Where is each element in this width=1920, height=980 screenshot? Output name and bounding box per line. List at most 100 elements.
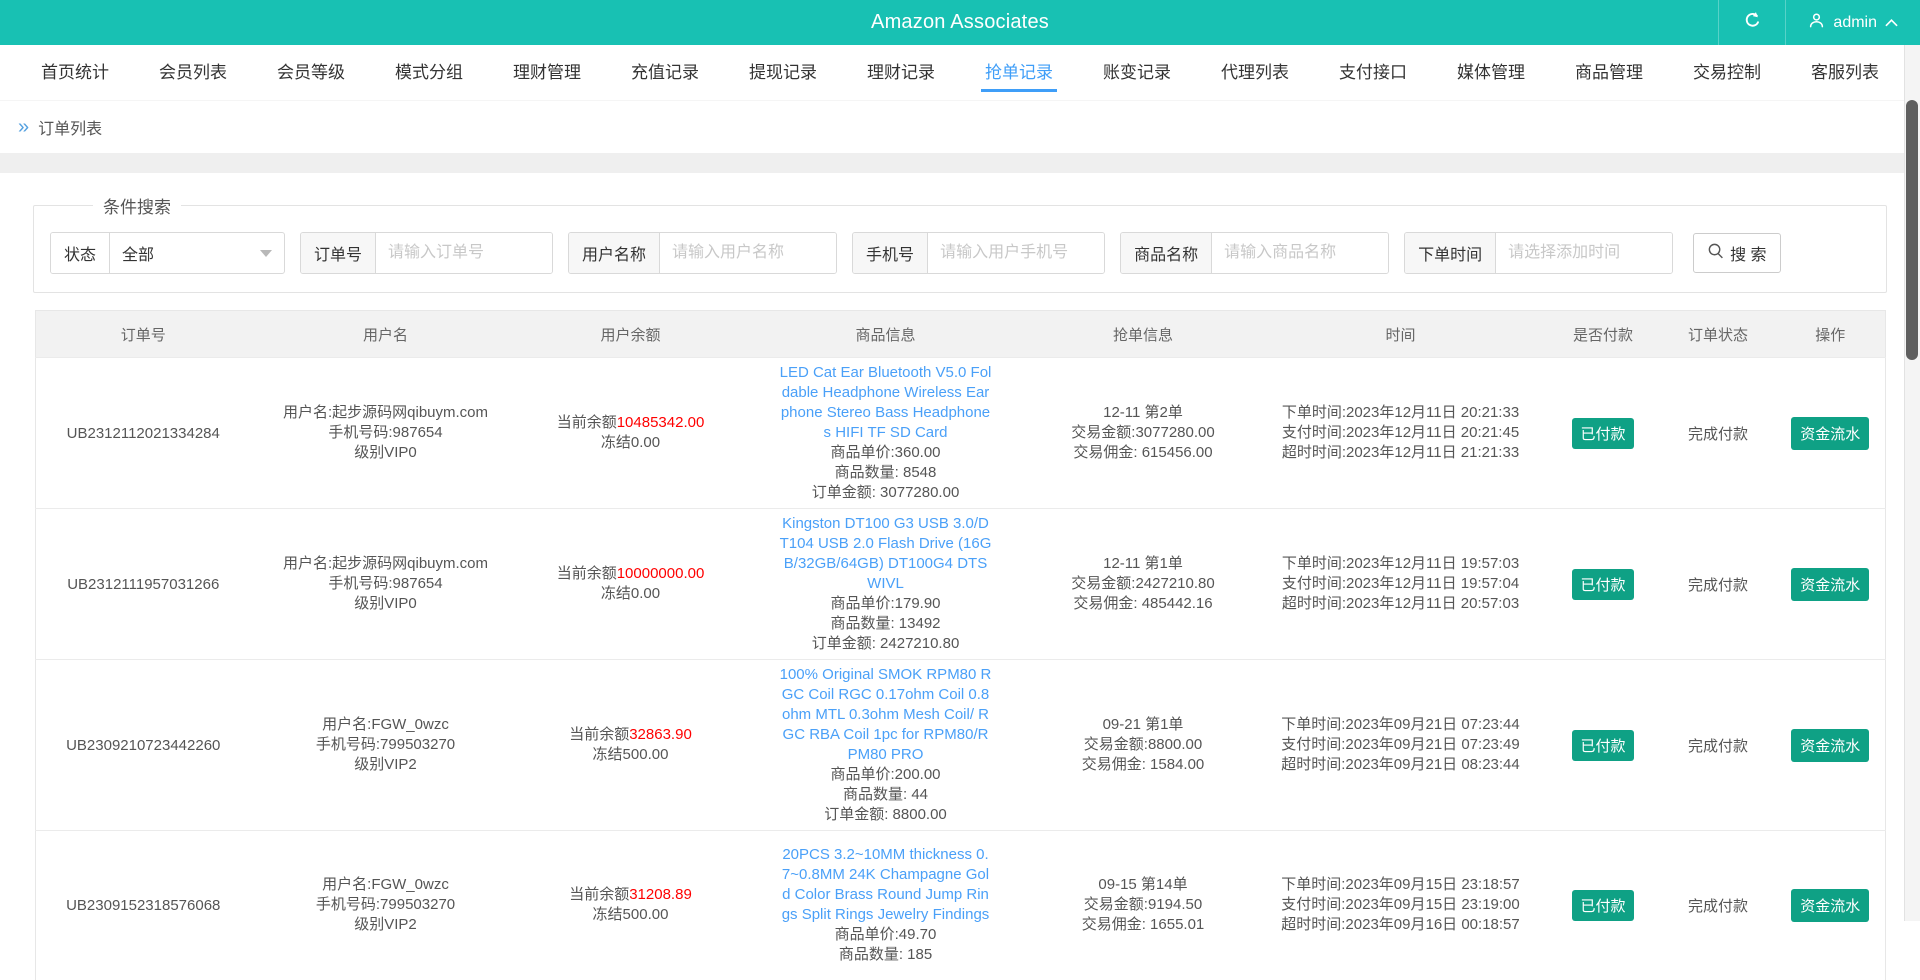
paid-badge: 已付款 (1572, 729, 1634, 761)
field-input[interactable] (376, 233, 553, 273)
grab-info: 12-11 第2单 交易金额:3077280.00 交易佣金: 615456.00 (1071, 404, 1215, 461)
nav-tab[interactable]: 代理列表 (1196, 45, 1314, 100)
grab-info: 09-21 第1单 交易金额:8800.00 交易佣金: 1584.00 (1081, 716, 1205, 773)
search-field: 手机号 (852, 232, 1106, 274)
fund-flow-button[interactable]: 资金流水 (1791, 416, 1870, 450)
field-input[interactable] (1496, 233, 1673, 273)
search-button[interactable]: 搜 索 (1693, 233, 1781, 273)
username: admin (1833, 13, 1877, 31)
table-row: UB2312111957031266 用户名:起步源码网qibuym.com 手机号… (35, 508, 1886, 660)
fund-flow-button[interactable]: 资金流水 (1791, 728, 1870, 762)
search-legend: 条件搜索 (103, 198, 171, 217)
column-header: 操作 (1775, 310, 1886, 358)
fund-flow-button[interactable]: 资金流水 (1791, 888, 1870, 922)
nav-tab[interactable]: 商品管理 (1550, 45, 1668, 100)
status-filter: 状态 全部 (50, 232, 286, 274)
paid-badge: 已付款 (1572, 889, 1634, 921)
status-label: 状态 (51, 233, 111, 273)
column-header: 用户余额 (520, 310, 741, 358)
user-info: 用户名:起步源码网qibuym.com 手机号码:987654 级别VIP0 (282, 555, 489, 612)
user-info: 用户名:FGW_0wzc 手机号码:799503270 级别VIP2 (315, 876, 456, 934)
time-info: 下单时间:2023年09月21日 07:23:44 支付时间:2023年09月21… (1281, 716, 1520, 773)
product-link[interactable]: 20PCS 3.2~10MM thickness 0.7~0.8MM 24K C… (780, 845, 992, 925)
order-number: UB2312112021334284 (66, 424, 220, 442)
search-icon (1707, 242, 1724, 264)
nav-tab[interactable]: 交易控制 (1668, 45, 1786, 100)
nav-tab[interactable]: 首页统计 (16, 45, 134, 100)
nav-tabs: 首页统计 会员列表 会员等级 模式分组 理财管理 充值记录 提现记录 理财记录 抢单记录 账变记录… (0, 45, 1920, 101)
nav-tab[interactable]: 抢单记录 (960, 45, 1078, 100)
user-info: 用户名:FGW_0wzc 手机号码:799503270 级别VIP2 (315, 716, 456, 773)
field-label: 手机号 (853, 233, 929, 273)
paid-badge: 已付款 (1572, 417, 1634, 449)
table-row: UB2309152318576068 用户名:FGW_0wzc 手机号码:79950… (35, 830, 1886, 980)
balance-info: 当前余额31208.89 冻结500.00 (569, 886, 692, 924)
nav-tab[interactable]: 会员列表 (134, 45, 252, 100)
order-status: 完成付款 (1687, 897, 1748, 915)
nav-tab[interactable]: 理财管理 (488, 45, 606, 100)
balance-info: 当前余额10485342.00 冻结0.00 (556, 414, 705, 451)
status-select[interactable]: 全部 (110, 233, 284, 273)
nav-tab[interactable]: 账变记录 (1078, 45, 1196, 100)
nav-tab[interactable]: 媒体管理 (1432, 45, 1550, 100)
paid-badge: 已付款 (1572, 568, 1634, 600)
app-header: Amazon Associates admin (0, 0, 1920, 45)
user-menu[interactable]: admin (1786, 0, 1920, 45)
refresh-icon (1743, 11, 1762, 35)
column-header: 订单状态 (1660, 310, 1776, 358)
order-status: 完成付款 (1687, 576, 1748, 594)
admin-page: Amazon Associates admin 首页统计 会员列表 会员等级 模… (0, 0, 1920, 980)
product-link[interactable]: Kingston DT100 G3 USB 3.0/DT104 USB 2.0 … (780, 514, 992, 594)
dropdown-caret-icon (260, 249, 273, 257)
nav-tab[interactable]: 客服列表 (1786, 45, 1904, 100)
balance-info: 当前余额32863.90 冻结500.00 (569, 726, 692, 763)
product-link[interactable]: LED Cat Ear Bluetooth V5.0 Foldable Head… (780, 363, 992, 443)
status-value: 全部 (122, 247, 155, 264)
order-status: 完成付款 (1687, 737, 1748, 755)
order-number: UB2309210723442260 (66, 736, 221, 754)
breadcrumb: » 订单列表 (0, 101, 1920, 153)
nav-tab[interactable]: 模式分组 (370, 45, 488, 100)
grab-info: 12-11 第1单 交易金额:2427210.80 交易佣金: 485442.16 (1071, 555, 1215, 612)
field-input[interactable] (660, 233, 837, 273)
search-panel: 条件搜索 状态 全部 订单号 用户名称 手机号 商品名称 下单时间 (0, 173, 1920, 305)
refresh-button[interactable] (1718, 0, 1787, 45)
table-body: UB2312112021334284 用户名:起步源码网qibuym.com 手机号… (35, 357, 1886, 980)
orders-table: 订单号 用户名 用户余额 商品信息 抢单信息 时间 是否付款 订单状态 操作 UB2312112… (35, 310, 1886, 980)
fund-flow-button[interactable]: 资金流水 (1791, 567, 1870, 601)
product-info: 20PCS 3.2~10MM thickness 0.7~0.8MM 24K C… (780, 845, 992, 965)
field-label: 下单时间 (1405, 233, 1497, 273)
search-field: 订单号 (300, 232, 554, 274)
search-button-label: 搜 索 (1730, 247, 1767, 264)
product-info: 100% Original SMOK RPM80 RGC Coil RGC 0.… (779, 665, 992, 823)
nav-tab[interactable]: 支付接口 (1314, 45, 1432, 100)
nav-tab[interactable]: 会员等级 (252, 45, 370, 100)
user-icon (1808, 12, 1825, 34)
orders-table-panel: 订单号 用户名 用户余额 商品信息 抢单信息 时间 是否付款 订单状态 操作 UB2312112… (0, 305, 1920, 980)
nav-tab[interactable]: 理财记录 (842, 45, 960, 100)
scrollbar-thumb[interactable] (1906, 100, 1918, 360)
order-number: UB2309152318576068 (66, 896, 221, 914)
chevron-up-icon (1885, 14, 1898, 32)
column-header: 商品信息 (740, 310, 1031, 358)
field-label: 用户名称 (569, 233, 661, 273)
table-header-row: 订单号 用户名 用户余额 商品信息 抢单信息 时间 是否付款 订单状态 操作 (35, 310, 1886, 358)
nav-tab[interactable]: 提现记录 (724, 45, 842, 100)
product-link[interactable]: 100% Original SMOK RPM80 RGC Coil RGC 0.… (780, 665, 992, 765)
search-form: 状态 全部 订单号 用户名称 手机号 商品名称 下单时间 搜 索 (48, 232, 1872, 274)
breadcrumb-label: 订单列表 (38, 121, 103, 138)
balance-info: 当前余额10000000.00 冻结0.00 (556, 565, 705, 602)
time-info: 下单时间:2023年09月15日 23:18:57 支付时间:2023年09月15… (1281, 876, 1520, 934)
page-scrollbar[interactable] (1904, 45, 1920, 921)
app-title: Amazon Associates (871, 11, 1049, 33)
breadcrumb-arrow-icon: » (18, 116, 30, 138)
field-label: 订单号 (301, 233, 377, 273)
product-info: LED Cat Ear Bluetooth V5.0 Foldable Head… (779, 363, 992, 501)
search-field: 用户名称 (568, 232, 838, 274)
order-number: UB2312111957031266 (67, 575, 220, 593)
header-controls: admin (1718, 0, 1920, 45)
field-input[interactable] (928, 233, 1105, 273)
field-input[interactable] (1212, 233, 1389, 273)
search-field: 下单时间 (1404, 232, 1674, 274)
nav-tab[interactable]: 充值记录 (606, 45, 724, 100)
